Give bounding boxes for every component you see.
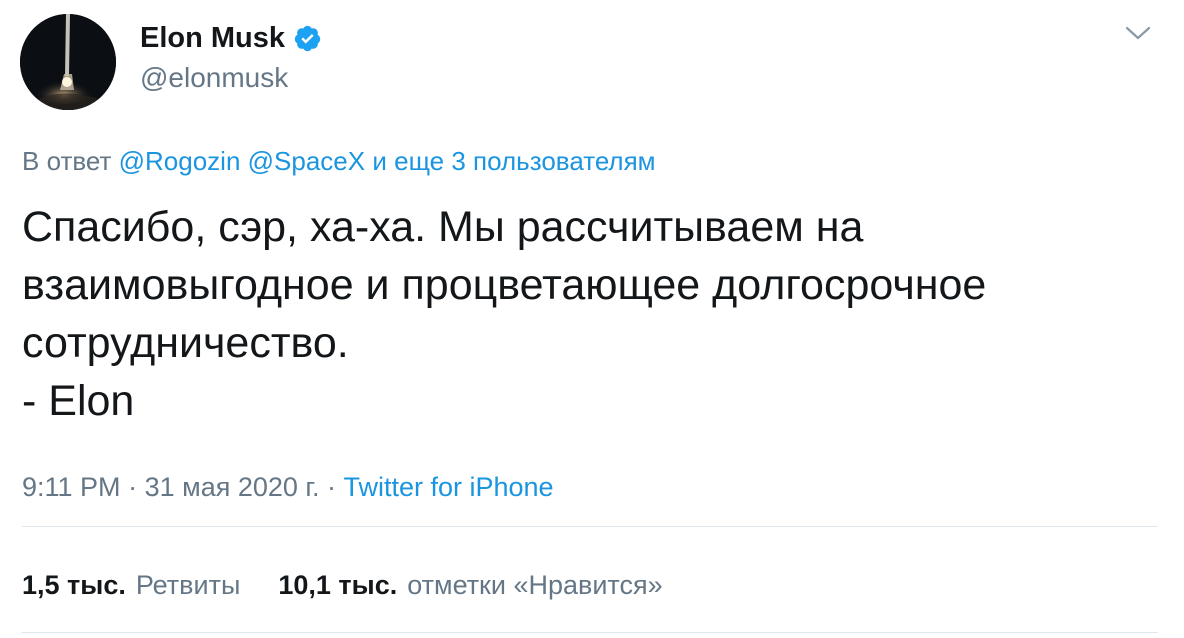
reply-context: В ответ @Rogozin @SpaceX и еще 3 пользов… — [22, 146, 656, 177]
reply-prefix: В ответ — [22, 146, 112, 176]
mention-rogozin[interactable]: @Rogozin — [119, 146, 241, 176]
author-handle[interactable]: @elonmusk — [140, 62, 288, 94]
tweet-text: Спасибо, сэр, ха-ха. Мы рассчитываем на … — [22, 203, 987, 425]
divider — [22, 526, 1158, 527]
author-name[interactable]: Elon Musk — [140, 22, 285, 55]
retweets-label: Ретвиты — [135, 570, 241, 600]
divider — [22, 632, 1158, 633]
likes-count: 10,1 тыс. — [278, 570, 398, 600]
author-name-row[interactable]: Elon Musk — [140, 22, 322, 55]
mention-others[interactable]: и еще 3 пользователям — [372, 146, 655, 176]
retweets-count: 1,5 тыс. — [22, 570, 126, 600]
rocket-launch-avatar-image — [20, 14, 116, 110]
avatar[interactable] — [20, 14, 116, 110]
tweet-meta: 9:11 PM · 31 мая 2020 г. · Twitter for i… — [22, 472, 554, 503]
meta-separator: · — [128, 472, 138, 502]
likes-stat[interactable]: 10,1 тыс. отметки «Нравится» — [278, 570, 662, 601]
likes-label: отметки «Нравится» — [407, 570, 663, 600]
tweet-time[interactable]: 9:11 PM — [22, 472, 121, 502]
tweet-date[interactable]: 31 мая 2020 г. — [145, 472, 320, 502]
chevron-down-icon[interactable] — [1124, 24, 1152, 44]
tweet-source[interactable]: Twitter for iPhone — [343, 472, 553, 502]
retweets-stat[interactable]: 1,5 тыс. Ретвиты — [22, 570, 240, 601]
tweet-stats: 1,5 тыс. Ретвиты 10,1 тыс. отметки «Нравит… — [22, 570, 663, 601]
verified-badge-icon — [294, 25, 321, 52]
mention-spacex[interactable]: @SpaceX — [248, 146, 365, 176]
meta-separator: · — [326, 472, 336, 502]
